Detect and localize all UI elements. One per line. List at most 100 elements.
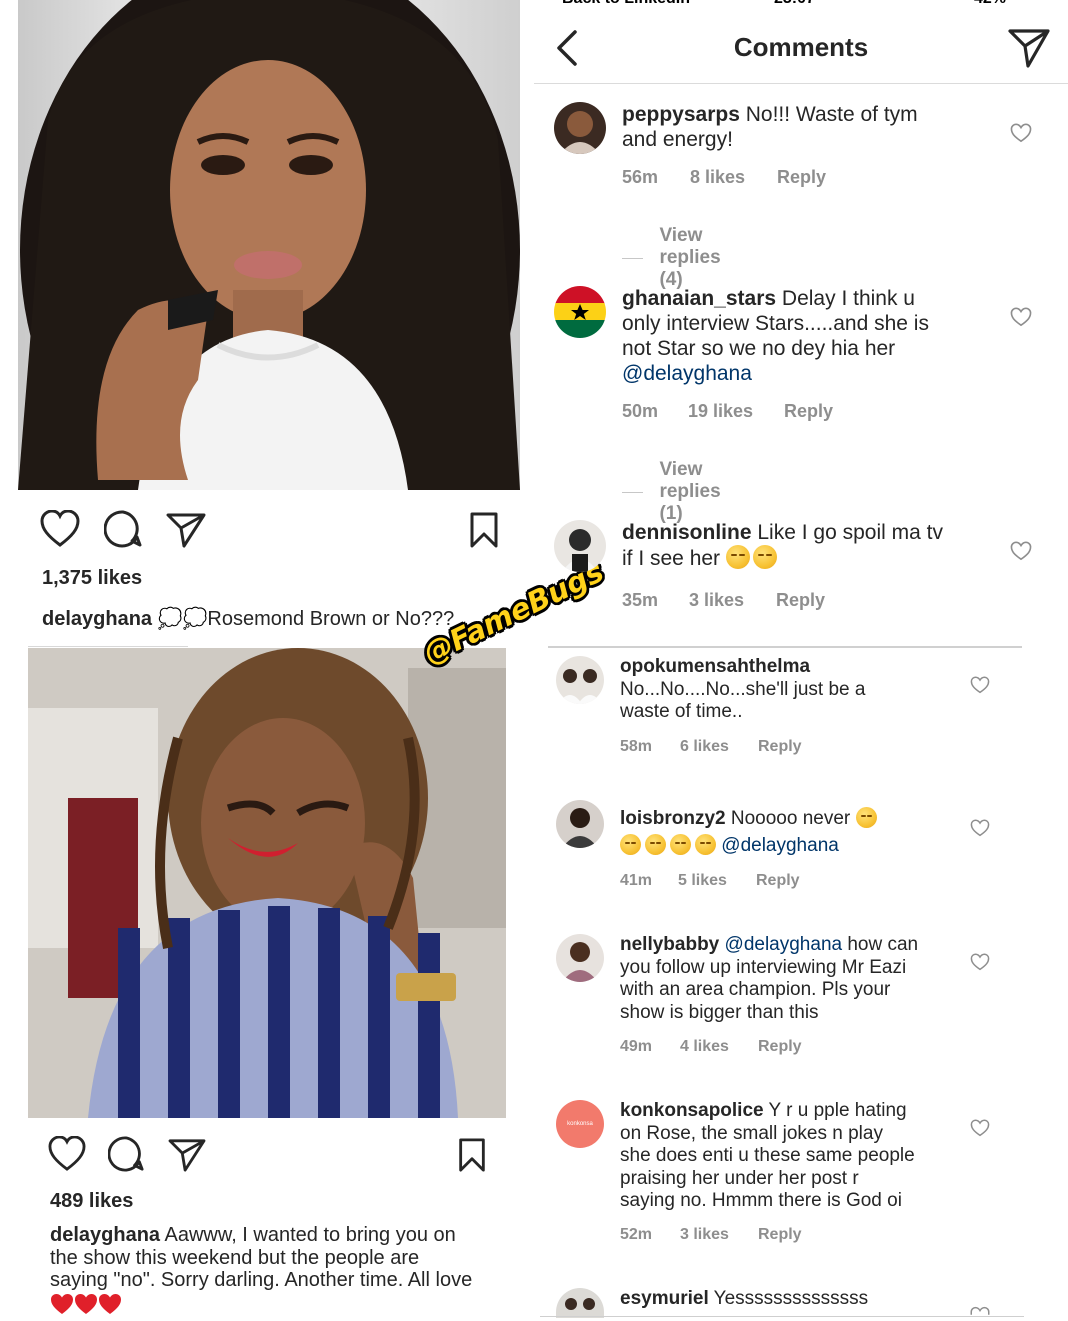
caption-username[interactable]: delayghana [42,608,152,630]
comment-line: show is bigger than this [620,1001,819,1023]
red-hearts [50,1293,472,1321]
status-back-label[interactable]: Back to LinkedIn [562,0,690,8]
view-replies-link[interactable]: View replies (1) [622,459,737,525]
comment-meta: 49m 4 likes Reply [620,1038,802,1056]
comment-line: Delay I think u [781,287,915,310]
comment-username[interactable]: peppysarps [622,103,740,126]
comment-username[interactable]: opokumensahthelma [620,656,810,677]
ghana-flag-avatar[interactable] [554,286,606,338]
comment-line: saying no. Hmmm there is God oi [620,1190,902,1211]
comment-likes[interactable]: 3 likes [680,1226,758,1244]
bookmark-icon[interactable] [470,512,498,548]
bottom-divider [540,1316,1024,1317]
comment-meta: 52m 3 likes Reply [620,1226,802,1244]
konkonsa-avatar[interactable]: konkonsa [556,1100,604,1148]
avatar[interactable] [556,1288,604,1318]
comment-username[interactable]: dennisonline [622,521,752,544]
view-replies-label: View replies (4) [659,225,721,290]
comment-username[interactable]: ghanaian_stars [622,287,776,310]
avatar[interactable] [556,800,604,848]
red-heart-emoji [99,1293,121,1314]
post-2-likes[interactable]: 489 likes [50,1190,133,1213]
comment-username[interactable]: esymuriel [620,1288,709,1309]
comment-time: 58m [620,738,653,755]
comment-username[interactable]: konkonsapolice [620,1100,764,1121]
like-heart-icon[interactable] [1010,123,1032,143]
comment-line: with an area champion. Pls your [620,979,891,1000]
caption-username[interactable]: delayghana [50,1224,160,1246]
smirk-emoji [752,545,777,569]
comment-line: Y r u pple hating [768,1100,907,1121]
like-heart-icon[interactable] [970,819,990,837]
comment-username[interactable]: loisbronzy2 [620,808,726,829]
like-heart-icon[interactable] [970,1119,990,1137]
like-heart-icon[interactable] [970,1306,990,1316]
view-replies-label: View replies (1) [659,459,721,524]
reply-button[interactable]: Reply [784,401,833,422]
reply-button[interactable]: Reply [758,1226,802,1244]
comment-line: on Rose, the small jokes n play [620,1122,883,1144]
post-photo-1[interactable] [18,0,520,490]
comment-likes[interactable]: 6 likes [680,738,758,756]
like-heart-icon[interactable] [1010,541,1032,561]
avatar[interactable] [556,934,604,982]
comment-icon[interactable] [108,1136,144,1172]
avatar-text: konkonsa [567,1121,593,1127]
mention-link[interactable]: @delayghana [721,835,839,856]
mention-link[interactable]: @delayghana [622,362,752,385]
comment-text: opokumensahthelma No...No....No...she'll… [620,656,960,724]
like-heart-icon[interactable] [970,676,990,694]
comment-text: esymuriel Yessssssssssssss [620,1288,960,1311]
comment-line: waste of time.. [620,701,743,722]
reply-button[interactable]: Reply [777,167,826,188]
direct-send-icon[interactable] [1008,28,1050,68]
comment-time: 35m [622,590,659,610]
heart-icon[interactable] [40,510,80,548]
heart-icon[interactable] [48,1136,86,1172]
divider [28,646,188,647]
comment-meta: 35m 3 likes Reply [622,590,825,611]
bookmark-icon[interactable] [458,1138,486,1172]
view-replies-link[interactable]: View replies (4) [622,225,737,291]
comment-likes[interactable]: 4 likes [680,1038,758,1056]
comment-meta: 41m 5 likes Reply [620,872,800,890]
comment-text: dennisonline Like I go spoil ma tv if I … [622,520,982,571]
caption-line: Aawww, I wanted to bring you on [164,1224,456,1246]
reply-button[interactable]: Reply [756,872,800,890]
share-icon[interactable] [166,512,206,548]
like-heart-icon[interactable] [970,953,990,971]
reply-button[interactable]: Reply [776,590,825,611]
comment-line: Like I go spoil ma tv [757,521,943,544]
like-heart-icon[interactable] [1010,307,1032,327]
post-2-action-bar [44,1134,494,1178]
share-icon[interactable] [168,1138,206,1172]
status-bar: Back to LinkedIn 23:07 42% [534,0,1068,8]
post-1-action-bar [36,508,506,552]
smirk-emoji [620,834,641,855]
reply-button[interactable]: Reply [758,1038,802,1056]
smirk-emoji [725,545,750,569]
comment-line: only interview Stars.....and she is [622,312,929,335]
red-heart-emoji [75,1293,97,1314]
comments-header: Comments [534,10,1068,84]
comment-line: how can [847,934,919,955]
reply-button[interactable]: Reply [758,738,802,756]
comment-meta: 58m 6 likes Reply [620,738,802,756]
avatar[interactable] [554,520,606,572]
post-1-likes[interactable]: 1,375 likes [42,567,142,590]
page-title: Comments [733,32,869,62]
comment-text: ghanaian_stars Delay I think u only inte… [622,286,982,386]
mention-link[interactable]: @delayghana [725,934,843,955]
comment-icon[interactable] [104,510,142,548]
avatar[interactable] [554,102,606,154]
comment-time: 49m [620,1038,653,1055]
comment-likes[interactable]: 5 likes [678,872,756,890]
post-photo-2[interactable] [28,648,506,1118]
comment-likes[interactable]: 3 likes [689,590,776,611]
comment-likes[interactable]: 8 likes [690,167,777,188]
comment-text: nellybabby @delayghana how can you follo… [620,934,960,1024]
smirk-emoji [855,807,877,828]
comment-username[interactable]: nellybabby [620,934,719,955]
comment-likes[interactable]: 19 likes [688,401,784,422]
avatar[interactable] [556,656,604,704]
